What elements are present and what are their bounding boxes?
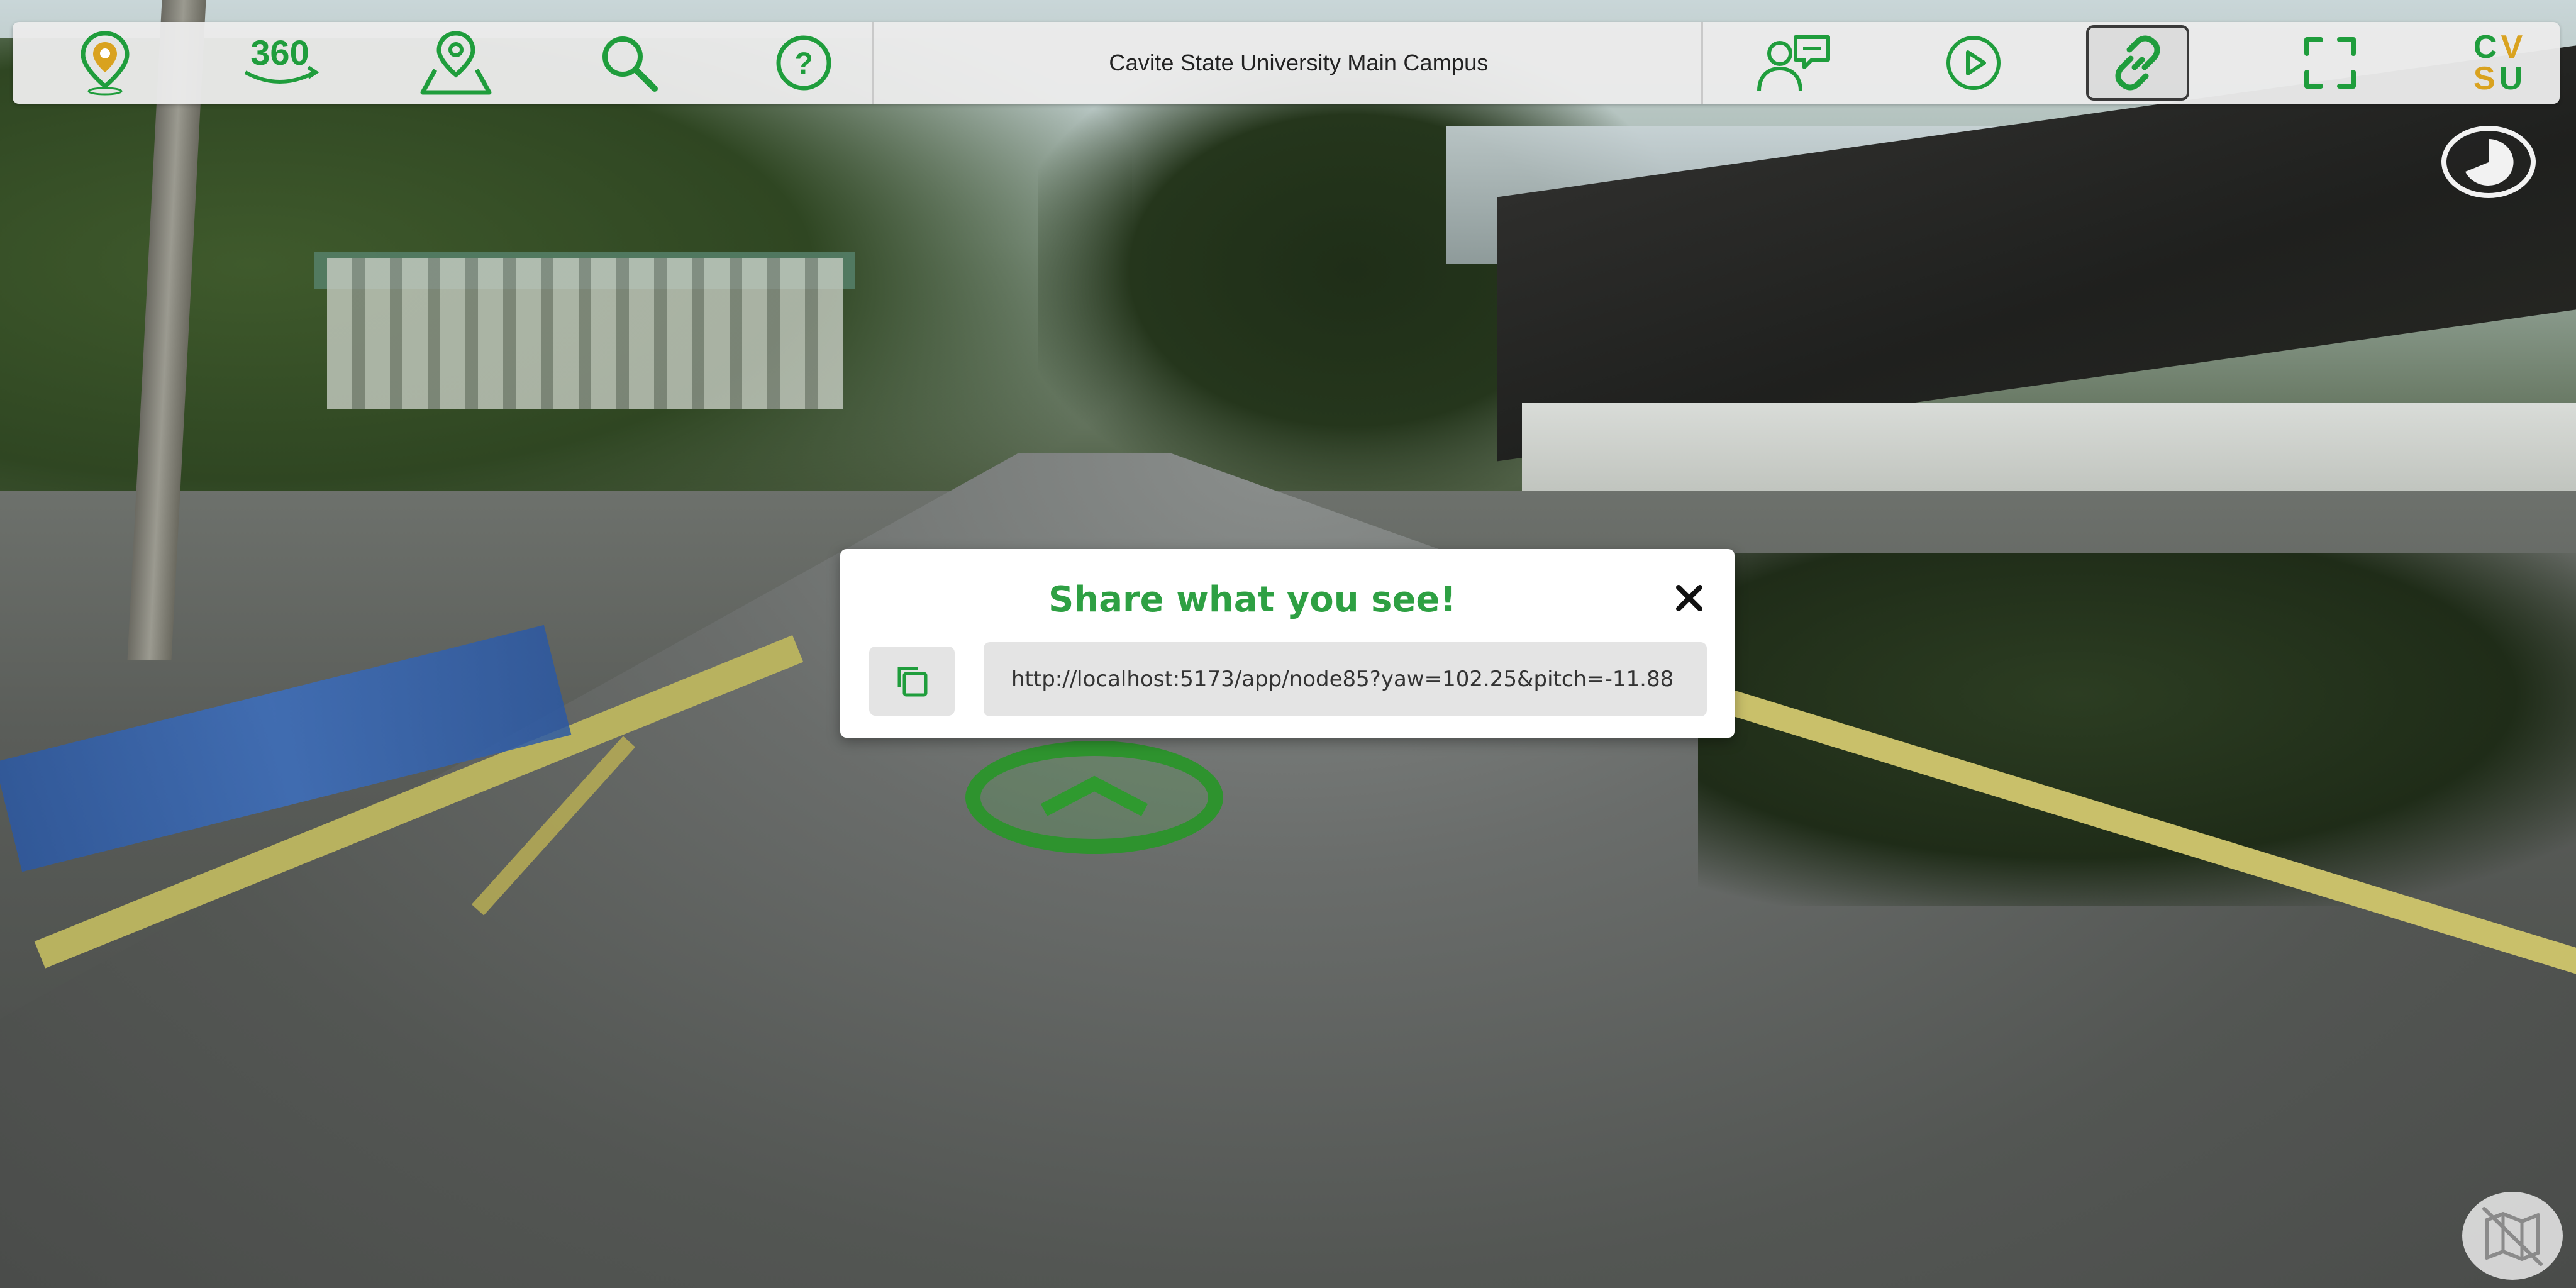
play-tour-button[interactable] bbox=[1926, 25, 2021, 101]
pie-clock-icon bbox=[2465, 138, 2514, 186]
location-pin-icon bbox=[80, 31, 130, 96]
close-icon bbox=[1676, 585, 1702, 611]
play-tour-icon bbox=[1946, 36, 2001, 90]
cvsu-logo: CV SU bbox=[2453, 25, 2547, 101]
help-icon: ? bbox=[776, 35, 831, 91]
share-link-button[interactable] bbox=[2086, 25, 2189, 101]
help-button[interactable]: ? bbox=[757, 25, 851, 101]
navigation-hotspot[interactable] bbox=[965, 741, 1223, 854]
location-button[interactable] bbox=[58, 25, 152, 101]
chevron-up-icon bbox=[1040, 775, 1148, 816]
360-view-button[interactable]: 360 bbox=[233, 25, 327, 101]
search-icon bbox=[602, 36, 658, 92]
cvsu-logo-text: CV SU bbox=[2473, 29, 2527, 97]
close-button[interactable] bbox=[1664, 573, 1714, 623]
fullscreen-button[interactable] bbox=[2283, 25, 2377, 101]
map-button[interactable] bbox=[409, 25, 503, 101]
search-button[interactable] bbox=[582, 25, 676, 101]
share-link-icon bbox=[2115, 35, 2160, 91]
copy-icon bbox=[897, 667, 928, 697]
share-dialog-title: Share what you see! bbox=[1048, 579, 1456, 620]
map-off-icon bbox=[2482, 1207, 2543, 1266]
feedback-button[interactable] bbox=[1745, 25, 1840, 101]
svg-text:360: 360 bbox=[250, 33, 309, 72]
map-marker-icon bbox=[420, 31, 492, 95]
copy-link-button[interactable] bbox=[869, 647, 955, 716]
page-title: Cavite State University Main Campus bbox=[1109, 50, 1489, 75]
feedback-icon bbox=[1757, 35, 1830, 92]
top-toolbar: 360 ? Cavite State University Main Campu… bbox=[13, 22, 2560, 104]
map-toggle-button[interactable] bbox=[2462, 1192, 2563, 1280]
autorotate-button[interactable] bbox=[2441, 126, 2536, 198]
building-left bbox=[327, 258, 843, 409]
fullscreen-icon bbox=[2304, 37, 2356, 89]
share-url-field[interactable] bbox=[984, 642, 1707, 716]
toolbar-divider bbox=[1701, 22, 1703, 104]
svg-text:?: ? bbox=[794, 47, 813, 80]
share-dialog: Share what you see! bbox=[840, 549, 1735, 738]
wall-right bbox=[1522, 402, 2576, 497]
360-view-icon: 360 bbox=[244, 33, 319, 84]
